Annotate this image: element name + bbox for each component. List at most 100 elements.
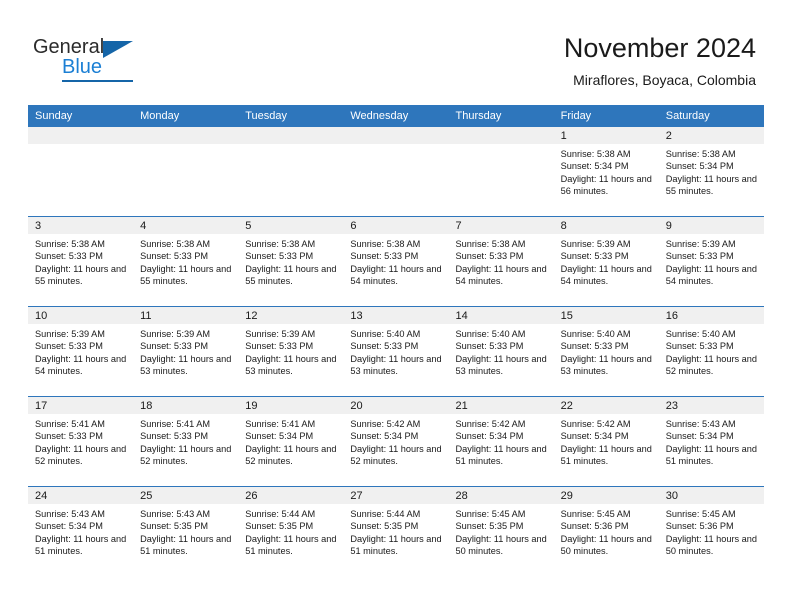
day-cell-30[interactable]: 30 Sunrise: 5:45 AM Sunset: 5:36 PM Dayligh… xyxy=(658,487,764,576)
weekday-header-saturday: Saturday xyxy=(665,110,710,122)
sunset-text: Sunset: 5:34 PM xyxy=(455,431,524,442)
day-sun-info: Sunrise: 5:42 AM Sunset: 5:34 PM Daylight:… xyxy=(449,414,554,467)
sunrise-text: Sunrise: 5:40 AM xyxy=(665,329,736,339)
daylight-text: Daylight: 11 hours and 52 minutes. xyxy=(245,443,337,466)
daylight-text: Daylight: 11 hours and 54 minutes. xyxy=(35,353,127,376)
day-cell-9[interactable]: 9 Sunrise: 5:39 AM Sunset: 5:33 PM Daylight… xyxy=(658,217,764,306)
weekday-header-friday: Friday xyxy=(560,110,592,122)
day-number: 21 xyxy=(448,397,554,414)
sunrise-text: Sunrise: 5:39 AM xyxy=(35,329,105,339)
day-cell-28[interactable]: 28 Sunrise: 5:45 AM Sunset: 5:35 PM Dayligh… xyxy=(448,487,554,576)
day-cell-16[interactable]: 16 Sunrise: 5:40 AM Sunset: 5:33 PM Dayligh… xyxy=(658,307,764,396)
calendar-week-row: 10 Sunrise: 5:39 AM Sunset: 5:33 PM Dayligh… xyxy=(28,306,764,396)
sunrise-text: Sunrise: 5:38 AM xyxy=(35,239,105,249)
day-cell-25[interactable]: 25 Sunrise: 5:43 AM Sunset: 5:35 PM Dayligh… xyxy=(133,487,239,576)
daylight-text: Daylight: 11 hours and 55 minutes. xyxy=(245,263,337,286)
sunset-text: Sunset: 5:33 PM xyxy=(35,431,103,442)
day-sun-info: Sunrise: 5:38 AM Sunset: 5:33 PM Daylight:… xyxy=(28,234,133,287)
sunrise-text: Sunrise: 5:40 AM xyxy=(455,329,526,339)
day-cell-15[interactable]: 15 Sunrise: 5:40 AM Sunset: 5:33 PM Dayligh… xyxy=(553,307,659,396)
day-number xyxy=(238,127,344,144)
day-cell-empty xyxy=(448,127,554,216)
day-sun-info: Sunrise: 5:38 AM Sunset: 5:33 PM Daylight:… xyxy=(343,234,448,287)
general-blue-logo[interactable]: General Blue xyxy=(33,36,163,84)
day-sun-info: Sunrise: 5:43 AM Sunset: 5:35 PM Daylight:… xyxy=(133,504,238,557)
day-number: 27 xyxy=(343,487,449,504)
daylight-text: Daylight: 11 hours and 53 minutes. xyxy=(140,353,232,376)
day-sun-info: Sunrise: 5:42 AM Sunset: 5:34 PM Daylight:… xyxy=(554,414,659,467)
daylight-text: Daylight: 11 hours and 54 minutes. xyxy=(350,263,442,286)
sunrise-text: Sunrise: 5:38 AM xyxy=(140,239,211,249)
day-cell-21[interactable]: 21 Sunrise: 5:42 AM Sunset: 5:34 PM Dayligh… xyxy=(448,397,554,486)
daylight-text: Daylight: 11 hours and 54 minutes. xyxy=(455,263,547,286)
page-header: General Blue November 2024 Miraflores, B… xyxy=(0,0,792,100)
sunset-text: Sunset: 5:33 PM xyxy=(560,251,629,262)
day-number: 10 xyxy=(28,307,134,324)
day-cell-27[interactable]: 27 Sunrise: 5:44 AM Sunset: 5:35 PM Dayligh… xyxy=(343,487,449,576)
day-cell-4[interactable]: 4 Sunrise: 5:38 AM Sunset: 5:33 PM Daylight… xyxy=(133,217,239,306)
day-sun-info: Sunrise: 5:41 AM Sunset: 5:34 PM Daylight:… xyxy=(238,414,343,467)
daylight-text: Daylight: 11 hours and 51 minutes. xyxy=(140,533,232,556)
day-number: 12 xyxy=(238,307,344,324)
day-number: 26 xyxy=(238,487,344,504)
day-cell-23[interactable]: 23 Sunrise: 5:43 AM Sunset: 5:34 PM Dayligh… xyxy=(658,397,764,486)
day-cell-17[interactable]: 17 Sunrise: 5:41 AM Sunset: 5:33 PM Dayligh… xyxy=(28,397,134,486)
sunrise-text: Sunrise: 5:38 AM xyxy=(455,239,526,249)
calendar-week-row: 1 Sunrise: 5:38 AM Sunset: 5:34 PM Daylight… xyxy=(28,127,764,216)
sunset-text: Sunset: 5:34 PM xyxy=(560,431,629,442)
day-sun-info: Sunrise: 5:39 AM Sunset: 5:33 PM Daylight:… xyxy=(28,324,133,377)
day-cell-14[interactable]: 14 Sunrise: 5:40 AM Sunset: 5:33 PM Dayligh… xyxy=(448,307,554,396)
day-cell-19[interactable]: 19 Sunrise: 5:41 AM Sunset: 5:34 PM Dayligh… xyxy=(238,397,344,486)
day-cell-empty xyxy=(343,127,449,216)
daylight-text: Daylight: 11 hours and 51 minutes. xyxy=(245,533,337,556)
weekday-header-row: Sunday Monday Tuesday Wednesday Thursday Frid… xyxy=(28,105,764,127)
daylight-text: Daylight: 11 hours and 52 minutes. xyxy=(35,443,127,466)
day-cell-5[interactable]: 5 Sunrise: 5:38 AM Sunset: 5:33 PM Daylight… xyxy=(238,217,344,306)
weekday-header-thursday: Thursday xyxy=(455,110,502,122)
day-sun-info: Sunrise: 5:45 AM Sunset: 5:35 PM Daylight:… xyxy=(449,504,554,557)
day-cell-12[interactable]: 12 Sunrise: 5:39 AM Sunset: 5:33 PM Dayligh… xyxy=(238,307,344,396)
daylight-text: Daylight: 11 hours and 55 minutes. xyxy=(665,173,758,196)
day-sun-info: Sunrise: 5:39 AM Sunset: 5:33 PM Daylight:… xyxy=(659,234,764,287)
daylight-text: Daylight: 11 hours and 52 minutes. xyxy=(140,443,232,466)
logo-text-blue: Blue xyxy=(62,56,103,78)
day-cell-3[interactable]: 3 Sunrise: 5:38 AM Sunset: 5:33 PM Daylight… xyxy=(28,217,134,306)
day-number: 6 xyxy=(343,217,449,234)
sunset-text: Sunset: 5:33 PM xyxy=(140,251,209,262)
sunset-text: Sunset: 5:34 PM xyxy=(350,431,419,442)
day-cell-20[interactable]: 20 Sunrise: 5:42 AM Sunset: 5:34 PM Dayligh… xyxy=(343,397,449,486)
day-cell-2[interactable]: 2 Sunrise: 5:38 AM Sunset: 5:34 PM Daylight… xyxy=(658,127,764,216)
day-cell-29[interactable]: 29 Sunrise: 5:45 AM Sunset: 5:36 PM Dayligh… xyxy=(553,487,659,576)
day-sun-info: Sunrise: 5:39 AM Sunset: 5:33 PM Daylight:… xyxy=(133,324,238,377)
day-cell-13[interactable]: 13 Sunrise: 5:40 AM Sunset: 5:33 PM Dayligh… xyxy=(343,307,449,396)
day-cell-10[interactable]: 10 Sunrise: 5:39 AM Sunset: 5:33 PM Dayligh… xyxy=(28,307,134,396)
sunrise-text: Sunrise: 5:44 AM xyxy=(245,509,316,519)
day-sun-info: Sunrise: 5:40 AM Sunset: 5:33 PM Daylight:… xyxy=(659,324,764,377)
day-cell-6[interactable]: 6 Sunrise: 5:38 AM Sunset: 5:33 PM Daylight… xyxy=(343,217,449,306)
sunrise-text: Sunrise: 5:38 AM xyxy=(245,239,316,249)
sunset-text: Sunset: 5:33 PM xyxy=(140,431,209,442)
day-cell-1[interactable]: 1 Sunrise: 5:38 AM Sunset: 5:34 PM Daylight… xyxy=(553,127,659,216)
day-cell-empty xyxy=(238,127,344,216)
page-subtitle: Miraflores, Boyaca, Colombia xyxy=(573,72,756,88)
day-number: 20 xyxy=(343,397,449,414)
title-block: November 2024 Miraflores, Boyaca, Colomb… xyxy=(564,32,756,90)
sunset-text: Sunset: 5:34 PM xyxy=(560,161,629,172)
day-number: 28 xyxy=(448,487,554,504)
day-sun-info: Sunrise: 5:38 AM Sunset: 5:33 PM Daylight:… xyxy=(238,234,343,287)
day-cell-7[interactable]: 7 Sunrise: 5:38 AM Sunset: 5:33 PM Daylight… xyxy=(448,217,554,306)
day-cell-18[interactable]: 18 Sunrise: 5:41 AM Sunset: 5:33 PM Dayligh… xyxy=(133,397,239,486)
day-cell-24[interactable]: 24 Sunrise: 5:43 AM Sunset: 5:34 PM Dayligh… xyxy=(28,487,134,576)
day-cell-11[interactable]: 11 Sunrise: 5:39 AM Sunset: 5:33 PM Dayligh… xyxy=(133,307,239,396)
day-number: 14 xyxy=(448,307,554,324)
day-sun-info: Sunrise: 5:40 AM Sunset: 5:33 PM Daylight:… xyxy=(449,324,554,377)
day-number: 11 xyxy=(133,307,239,324)
sunset-text: Sunset: 5:33 PM xyxy=(245,251,314,262)
sunrise-text: Sunrise: 5:39 AM xyxy=(665,239,736,249)
day-sun-info: Sunrise: 5:39 AM Sunset: 5:33 PM Daylight:… xyxy=(238,324,343,377)
day-number: 3 xyxy=(28,217,134,234)
day-cell-26[interactable]: 26 Sunrise: 5:44 AM Sunset: 5:35 PM Dayligh… xyxy=(238,487,344,576)
day-cell-22[interactable]: 22 Sunrise: 5:42 AM Sunset: 5:34 PM Dayligh… xyxy=(553,397,659,486)
day-cell-8[interactable]: 8 Sunrise: 5:39 AM Sunset: 5:33 PM Daylight… xyxy=(553,217,659,306)
day-cell-empty xyxy=(133,127,239,216)
